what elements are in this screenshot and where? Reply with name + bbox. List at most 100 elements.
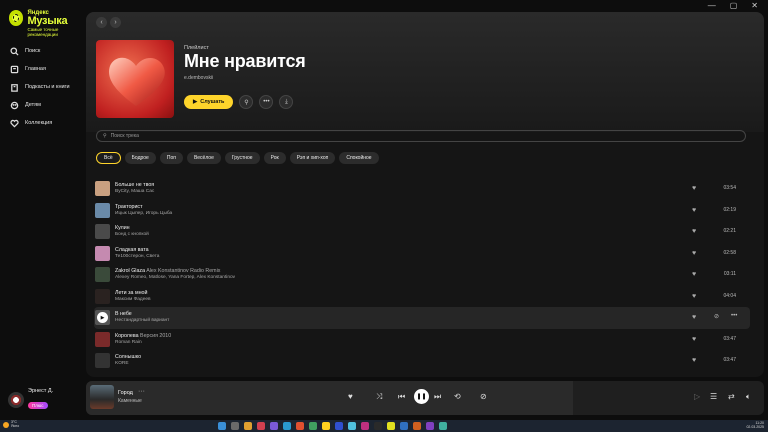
repeat-icon[interactable]: ⟲ xyxy=(454,392,461,401)
track-title[interactable]: Солнышко xyxy=(115,354,141,360)
filter-chip[interactable]: Спокойное xyxy=(339,152,379,164)
table-row[interactable]: Лети за мной Максим Фадеев ♥ 04:04 xyxy=(94,286,750,308)
lyrics-icon[interactable]: ▷ xyxy=(694,392,700,401)
shuffle-icon[interactable]: ⤨ xyxy=(376,392,382,402)
app-icon[interactable] xyxy=(322,422,330,430)
table-row[interactable]: Кулин Бонд с кнопкой ♥ 02:21 xyxy=(94,221,750,243)
dislike-icon[interactable]: ⊘ xyxy=(480,392,487,401)
more-icon[interactable]: ••• xyxy=(731,313,737,320)
now-playing-title[interactable]: Город xyxy=(118,390,133,396)
track-artist[interactable]: KORE xyxy=(115,361,141,367)
yandex-music-icon[interactable] xyxy=(387,422,395,430)
back-button[interactable]: ‹ xyxy=(96,17,107,28)
playback-progress[interactable] xyxy=(86,381,573,415)
plus-badge[interactable]: Плюс xyxy=(28,402,48,409)
pin-button[interactable]: ⚲ xyxy=(239,95,254,109)
track-artist[interactable]: Roman Rain xyxy=(115,340,171,346)
system-tray[interactable]: 11:20 02.03.2025 xyxy=(746,421,764,429)
app-icon[interactable] xyxy=(439,422,447,430)
app-icon[interactable] xyxy=(400,422,408,430)
table-row[interactable]: Больше не твоя ByCity, Маша Сас ♥ 03:54 xyxy=(94,178,750,200)
track-title[interactable]: Тракторист xyxy=(115,204,143,210)
app-icon[interactable] xyxy=(257,422,265,430)
sidebar-item-home[interactable]: Главная xyxy=(10,60,82,78)
search-icon[interactable] xyxy=(231,422,239,430)
like-icon[interactable]: ♥ xyxy=(692,293,696,300)
brand-logo[interactable]: Яндекс Музыка Самые точные рекомендации xyxy=(9,10,84,37)
next-icon[interactable]: ⏭ xyxy=(434,392,441,402)
filter-chip[interactable]: Рок xyxy=(263,152,286,164)
like-icon[interactable]: ♥ xyxy=(692,357,696,364)
app-icon[interactable] xyxy=(309,422,317,430)
app-icon[interactable] xyxy=(348,422,356,430)
track-title[interactable]: В небе xyxy=(115,311,132,317)
track-artist[interactable]: Максим Фадеев xyxy=(115,297,151,303)
track-artist[interactable]: ByCity, Маша Сас xyxy=(115,189,154,195)
volume-icon[interactable]: 🔈︎ xyxy=(746,392,751,402)
listen-button[interactable]: ▶ Слушать xyxy=(184,95,234,109)
track-search[interactable]: ⚲ Поиск трека xyxy=(96,130,746,142)
track-title[interactable]: Сладкая вата xyxy=(115,247,149,253)
like-icon[interactable]: ♥ xyxy=(692,228,696,235)
search-input[interactable]: Поиск трека xyxy=(111,133,139,139)
minimize-button[interactable]: — xyxy=(708,1,716,11)
like-icon[interactable]: ♥ xyxy=(692,271,696,278)
track-title[interactable]: Лети за мной xyxy=(115,290,147,296)
track-title[interactable]: Кулин xyxy=(115,225,130,231)
track-artist[interactable]: Нестандартный вариант xyxy=(115,318,169,324)
sidebar-item-collection[interactable]: Коллекция xyxy=(10,114,82,132)
filter-chip[interactable]: Грустное xyxy=(224,152,260,164)
dislike-icon[interactable]: ⊘ xyxy=(714,313,719,320)
table-row[interactable]: Сладкая вата Те100стерон, Света ♥ 02:58 xyxy=(94,243,750,265)
now-playing-cover[interactable] xyxy=(90,385,114,409)
app-icon[interactable] xyxy=(296,422,304,430)
filter-chip-all[interactable]: Всё xyxy=(96,152,121,164)
now-playing-artist[interactable]: Каменные xyxy=(118,398,142,404)
app-icon[interactable] xyxy=(361,422,369,430)
start-icon[interactable] xyxy=(218,422,226,430)
explorer-icon[interactable] xyxy=(244,422,252,430)
track-artist[interactable]: Alexey Romeo, Matlose, Yana Fortep, Alex… xyxy=(115,275,235,281)
table-row[interactable]: Zakrol Glaza Alex Konstantinov Radio Rem… xyxy=(94,264,750,286)
app-icon[interactable] xyxy=(335,422,343,430)
app-icon[interactable] xyxy=(413,422,421,430)
download-button[interactable]: ⤓ xyxy=(279,95,294,109)
playlist-owner[interactable]: e.dembovskii xyxy=(184,75,213,81)
table-row[interactable]: ▶ В небе Нестандартный вариант ♥ ⊘ ••• xyxy=(94,307,750,329)
user-profile[interactable]: Эрнест Д. Плюс xyxy=(8,388,53,412)
app-icon[interactable] xyxy=(374,422,382,430)
track-artist[interactable]: Те100стерон, Света xyxy=(115,254,159,260)
like-icon[interactable]: ♥ xyxy=(692,207,696,214)
app-icon[interactable] xyxy=(426,422,434,430)
filter-chip[interactable]: Рэп и хип-хоп xyxy=(289,152,336,164)
sidebar-item-search[interactable]: Поиск xyxy=(10,42,82,60)
filter-chip[interactable]: Весёлое xyxy=(186,152,221,164)
sidebar-item-kids[interactable]: Детям xyxy=(10,96,82,114)
previous-icon[interactable]: ⏮ xyxy=(398,392,405,402)
filter-chip[interactable]: Бодрое xyxy=(124,152,156,164)
more-icon[interactable]: ··· xyxy=(138,388,145,395)
app-icon[interactable] xyxy=(270,422,278,430)
filter-chip[interactable]: Поп xyxy=(159,152,183,164)
more-button[interactable]: ••• xyxy=(259,95,274,109)
like-icon[interactable]: ♥ xyxy=(348,392,353,401)
settings-icon[interactable]: ⇄ xyxy=(728,392,735,401)
track-title[interactable]: Королева xyxy=(115,333,139,339)
track-artist[interactable]: Бонд с кнопкой xyxy=(115,232,149,238)
app-icon[interactable] xyxy=(283,422,291,430)
pause-button[interactable]: ❚❚ xyxy=(414,389,429,404)
table-row[interactable]: Тракторист Ицык Цыпер, Игорь Цыба ♥ 02:1… xyxy=(94,200,750,222)
play-track-button[interactable]: ▶ xyxy=(97,312,108,323)
like-icon[interactable]: ♥ xyxy=(692,314,696,321)
maximize-button[interactable]: ▢ xyxy=(730,1,738,11)
like-icon[interactable]: ♥ xyxy=(692,336,696,343)
queue-icon[interactable]: ☰ xyxy=(710,392,717,401)
table-row[interactable]: Солнышко KORE ♥ 03:47 xyxy=(94,350,750,372)
close-button[interactable]: ✕ xyxy=(751,1,758,11)
track-title[interactable]: Zakrol Glaza xyxy=(115,268,145,274)
like-icon[interactable]: ♥ xyxy=(692,250,696,257)
like-icon[interactable]: ♥ xyxy=(692,185,696,192)
table-row[interactable]: Королева Версия 2010 Roman Rain ♥ 03:47 xyxy=(94,329,750,351)
track-artist[interactable]: Ицык Цыпер, Игорь Цыба xyxy=(115,211,172,217)
sidebar-item-podcasts[interactable]: Подкасты и книги xyxy=(10,78,82,96)
